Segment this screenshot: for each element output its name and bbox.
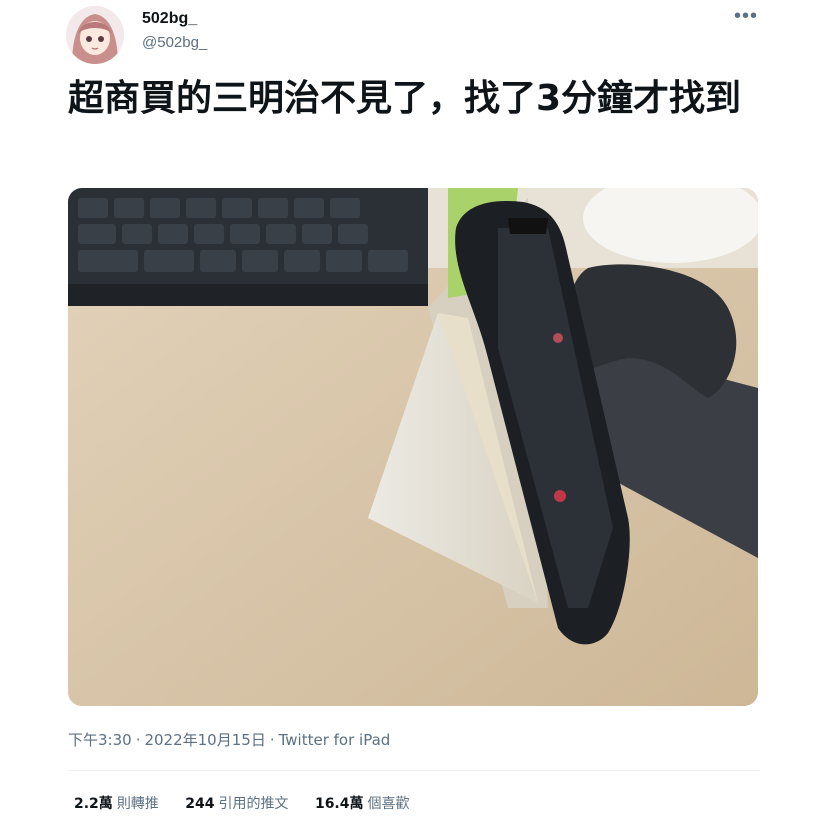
likes-count: 16.4萬 (314, 796, 364, 812)
divider (68, 770, 760, 771)
quotes-count: 244 (185, 796, 215, 812)
retweets-label: 則轉推 (116, 796, 159, 812)
likes-stat[interactable]: 16.4萬 個喜歡 (315, 793, 410, 813)
more-horizontal-icon[interactable]: ••• (728, 6, 764, 30)
tweet-time[interactable]: 下午3:30 (68, 731, 132, 749)
retweets-stat[interactable]: 2.2萬 則轉推 (74, 793, 159, 813)
likes-label: 個喜歡 (367, 796, 410, 812)
retweets-count: 2.2萬 (74, 796, 113, 812)
avatar[interactable] (66, 6, 124, 64)
tweet-date[interactable]: 2022年10月15日 (144, 731, 265, 749)
separator: · (269, 731, 275, 749)
tweet-source[interactable]: Twitter for iPad (279, 731, 391, 749)
tweet-meta: 下午3:30 · 2022年10月15日 · Twitter for iPad (68, 729, 390, 750)
tweet-photo[interactable] (68, 188, 758, 706)
tweet-stats: 2.2萬 則轉推 244 引用的推文 16.4萬 個喜歡 (74, 793, 432, 813)
display-name[interactable]: 502bg_ (142, 10, 197, 28)
quotes-label: 引用的推文 (218, 796, 289, 812)
tweet-text: 超商買的三明治不見了，找了3分鐘才找到 (68, 78, 742, 119)
user-handle[interactable]: @502bg_ (142, 34, 207, 51)
quotes-stat[interactable]: 244 引用的推文 (185, 793, 288, 813)
separator: · (135, 731, 141, 749)
